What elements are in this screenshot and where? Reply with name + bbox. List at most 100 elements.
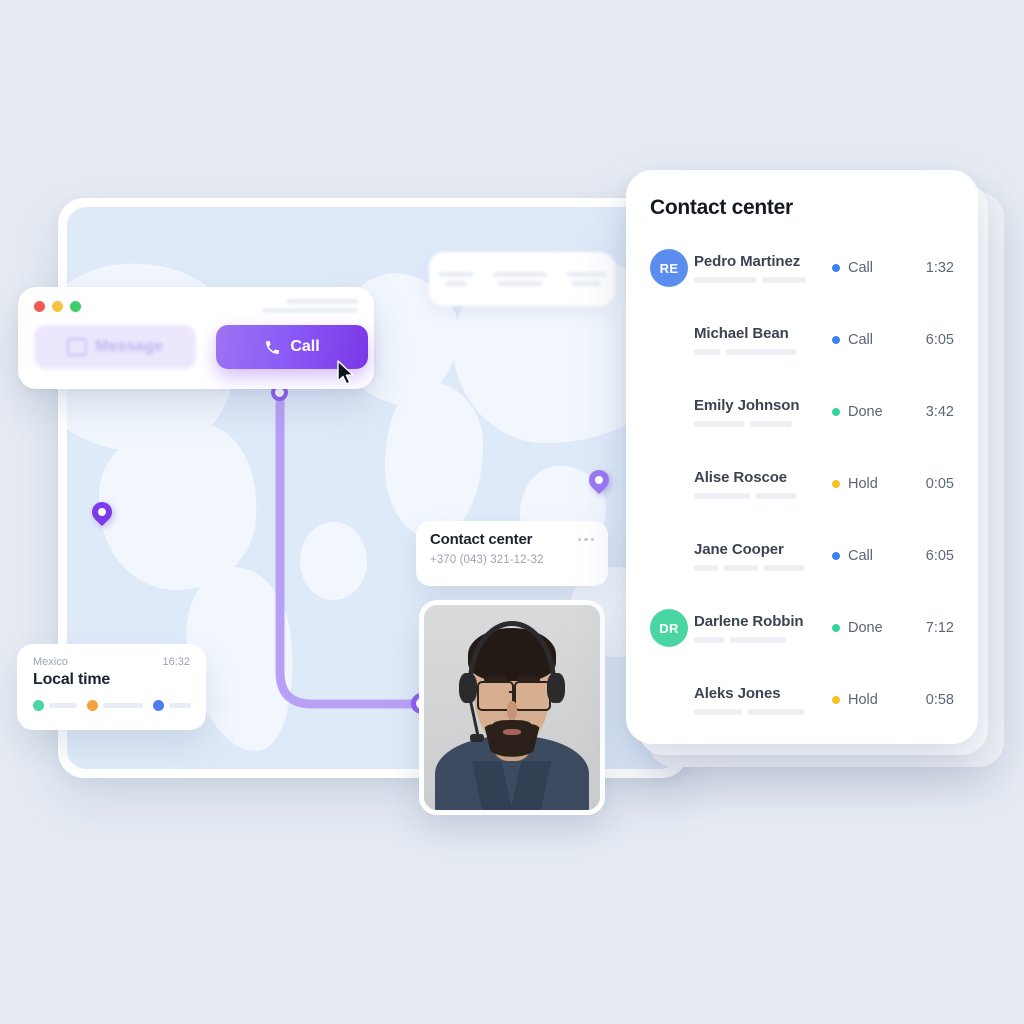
status-label: Call (848, 260, 873, 276)
status-dot-icon (33, 700, 44, 711)
contact-name-block: Alise Roscoe (694, 469, 832, 499)
local-time-item (153, 700, 191, 711)
status-label: Hold (848, 692, 878, 708)
illustration-canvas: Message Call Contact center +370 (043) 3… (0, 0, 1024, 1024)
contact-name-block: Darlene Robbin (694, 613, 832, 643)
contact-center-panel: Contact center RE Pedro Martinez Call 1:32 M… (626, 170, 978, 744)
placeholder-bar (497, 281, 542, 286)
status-dot-icon (832, 480, 840, 488)
status-dot-icon (832, 408, 840, 416)
status-label: Done (848, 620, 883, 636)
placeholder-bar (762, 277, 806, 283)
contact-subtitle-placeholder (694, 349, 832, 355)
status-badge: Call (832, 260, 910, 276)
agent-video-card[interactable] (419, 600, 605, 815)
glasses-bridge (509, 691, 517, 694)
contact-center-phone-card[interactable]: Contact center +370 (043) 321-12-32 (416, 521, 608, 586)
table-row[interactable]: Alise Roscoe Hold 0:05 (650, 448, 954, 520)
status-badge: Hold (832, 692, 910, 708)
call-duration: 3:42 (925, 404, 954, 420)
contact-name-block: Emily Johnson (694, 397, 832, 427)
status-dot-icon (832, 552, 840, 560)
local-time-card[interactable]: Mexico 16:32 Local time (17, 644, 206, 730)
contact-name: Pedro Martinez (694, 253, 801, 270)
contact-subtitle-placeholder (694, 637, 832, 643)
minimize-icon[interactable] (52, 300, 63, 312)
local-time-item (87, 700, 143, 711)
mouse-cursor-icon (337, 360, 354, 385)
placeholder-bar (726, 349, 796, 355)
local-time-item (33, 700, 77, 711)
contact-name: Darlene Robbin (694, 613, 804, 630)
avatar[interactable]: DR (650, 609, 688, 647)
message-button-label: Message (95, 338, 163, 355)
table-row[interactable]: Jane Cooper Call 6:05 (650, 520, 954, 592)
landmass (385, 381, 484, 539)
table-row[interactable]: Michael Bean Call 6:05 (650, 304, 954, 376)
table-row[interactable]: RE Pedro Martinez Call 1:32 (650, 232, 954, 304)
map-toolbar-group[interactable] (492, 272, 547, 286)
status-badge: Call (832, 332, 910, 348)
status-label: Hold (848, 476, 878, 492)
panel-title: Contact center (650, 196, 793, 219)
window-controls[interactable] (34, 300, 81, 312)
message-button[interactable]: Message (34, 325, 196, 369)
status-dot-icon (832, 624, 840, 632)
close-icon[interactable] (34, 300, 45, 312)
map-toolbar-group[interactable] (565, 272, 606, 286)
contact-name: Alise Roscoe (694, 469, 788, 486)
contact-name: Jane Cooper (694, 541, 784, 558)
headset-cup-right (547, 672, 565, 704)
phone-card-title: Contact center (430, 531, 533, 548)
placeholder-bar (169, 703, 191, 708)
placeholder-bar (570, 281, 601, 286)
placeholder-bar (730, 637, 786, 643)
table-row[interactable]: Emily Johnson Done 3:42 (650, 376, 954, 448)
status-label: Done (848, 404, 883, 420)
placeholder-bar (694, 709, 742, 715)
phone-number: +370 (043) 321-12-32 (430, 554, 544, 566)
maximize-icon[interactable] (70, 300, 81, 312)
glasses-icon (513, 680, 552, 712)
placeholder-bar (748, 709, 804, 715)
placeholder-bar (492, 272, 547, 277)
phone-icon (266, 340, 280, 354)
call-duration: 6:05 (925, 548, 954, 564)
contact-subtitle-placeholder (694, 493, 832, 499)
placeholder-bar (694, 493, 750, 499)
headset-cup-left (459, 672, 477, 704)
placeholder-bar (565, 272, 606, 277)
placeholder-bar (438, 272, 475, 277)
placeholder-bar (694, 565, 718, 571)
status-badge: Call (832, 548, 910, 564)
placeholder-bar (694, 277, 756, 283)
placeholder-bar (445, 281, 468, 286)
contact-list: RE Pedro Martinez Call 1:32 Michael Bean Call… (650, 232, 954, 736)
more-horizontal-icon[interactable] (577, 537, 594, 542)
call-duration: 1:32 (925, 260, 954, 276)
map-toolbar[interactable] (429, 252, 615, 306)
clock-value: 16:32 (162, 656, 190, 668)
map-pin-center (595, 476, 603, 484)
contact-name: Emily Johnson (694, 397, 800, 414)
pin-europe[interactable] (584, 465, 614, 496)
status-label: Call (848, 548, 873, 564)
dialog-actions: Message Call (34, 325, 368, 369)
status-badge: Done (832, 404, 910, 420)
agent-photo (424, 605, 600, 810)
avatar[interactable]: RE (650, 249, 688, 287)
status-dot-icon (87, 700, 98, 711)
call-duration: 7:12 (925, 620, 954, 636)
pin-mexico[interactable] (87, 497, 117, 528)
contact-subtitle-placeholder (694, 421, 832, 427)
map-toolbar-group[interactable] (438, 272, 475, 286)
status-badge: Done (832, 620, 910, 636)
table-row[interactable]: Aleks Jones Hold 0:58 (650, 664, 954, 736)
agent-lips (503, 729, 521, 736)
placeholder-bar (694, 421, 744, 427)
contact-name-block: Michael Bean (694, 325, 832, 355)
headset-icon (468, 621, 556, 683)
phone-card-header: Contact center (430, 531, 594, 548)
call-duration: 0:58 (925, 692, 954, 708)
table-row[interactable]: DR Darlene Robbin Done 7:12 (650, 592, 954, 664)
